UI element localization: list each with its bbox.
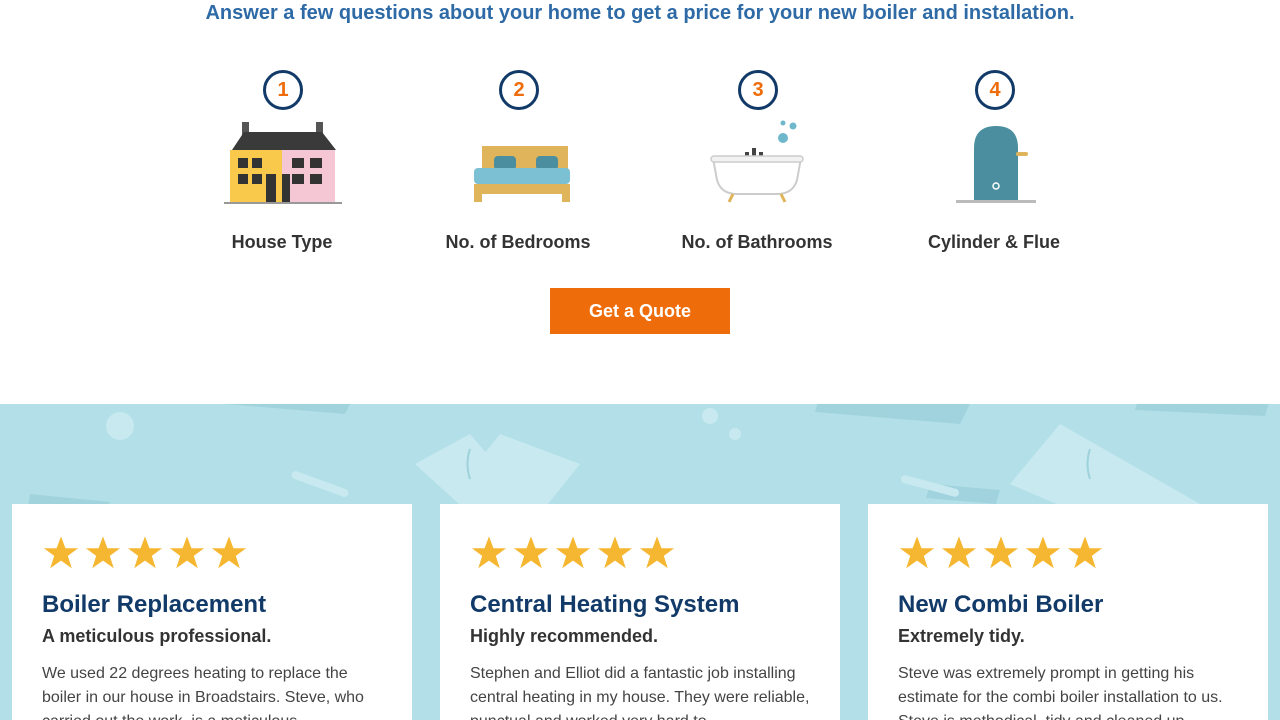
get-a-quote-button[interactable]: Get a Quote — [550, 288, 730, 334]
review-subtitle: Highly recommended. — [470, 626, 659, 646]
review-subtitle: A meticulous professional. — [42, 626, 272, 646]
star-icon — [639, 536, 675, 569]
star-icon — [899, 536, 935, 569]
step-label: No. of Bathrooms — [681, 232, 833, 252]
cylinder-icon — [956, 126, 1036, 203]
bathtub-icon — [710, 120, 804, 203]
review-subtitle: Extremely tidy. — [898, 626, 1025, 646]
review-card: New Combi Boiler Extremely tidy. Steve w… — [868, 504, 1268, 720]
step-house-type[interactable]: 1 House Type — [182, 70, 382, 260]
step-label: No. of Bedrooms — [445, 232, 591, 252]
review-card: Central Heating System Highly recommende… — [440, 504, 840, 720]
star-icon — [1025, 536, 1061, 569]
quote-steps: 1 House Type 2 No. of Bedrooms 3 No. of … — [0, 70, 1280, 270]
reviews-section: Boiler Replacement A meticulous professi… — [0, 404, 1280, 720]
star-icon — [941, 536, 977, 569]
review-title: Boiler Replacement — [42, 591, 267, 618]
review-card: Boiler Replacement A meticulous professi… — [12, 504, 412, 720]
star-icon — [597, 536, 633, 569]
review-title: Central Heating System — [470, 591, 740, 618]
rating-stars — [898, 534, 1238, 578]
rating-stars — [470, 534, 810, 578]
star-icon — [513, 536, 549, 569]
star-icon — [211, 536, 247, 569]
star-icon — [471, 536, 507, 569]
review-title: New Combi Boiler — [898, 591, 1104, 618]
star-icon — [85, 536, 121, 569]
step-number: 3 — [738, 70, 778, 110]
star-icon — [43, 536, 79, 569]
intro-heading: Answer a few questions about your home t… — [205, 2, 1075, 24]
rating-stars — [42, 534, 382, 578]
review-body: We used 22 degrees heating to replace th… — [42, 665, 364, 720]
star-icon — [169, 536, 205, 569]
house-icon — [224, 122, 342, 204]
step-bedrooms[interactable]: 2 No. of Bedrooms — [418, 70, 618, 260]
star-icon — [127, 536, 163, 569]
review-body: Steve was extremely prompt in getting hi… — [898, 665, 1223, 720]
bed-icon — [474, 146, 570, 202]
step-label: House Type — [231, 232, 333, 252]
step-number: 4 — [975, 70, 1015, 110]
step-number: 2 — [499, 70, 539, 110]
star-icon — [555, 536, 591, 569]
star-icon — [1067, 536, 1103, 569]
step-label: Cylinder & Flue — [927, 232, 1061, 252]
review-body: Stephen and Elliot did a fantastic job i… — [470, 665, 810, 720]
step-number: 1 — [263, 70, 303, 110]
step-bathrooms[interactable]: 3 No. of Bathrooms — [657, 70, 857, 260]
step-cylinder-flue[interactable]: 4 Cylinder & Flue — [894, 70, 1094, 260]
star-icon — [983, 536, 1019, 569]
